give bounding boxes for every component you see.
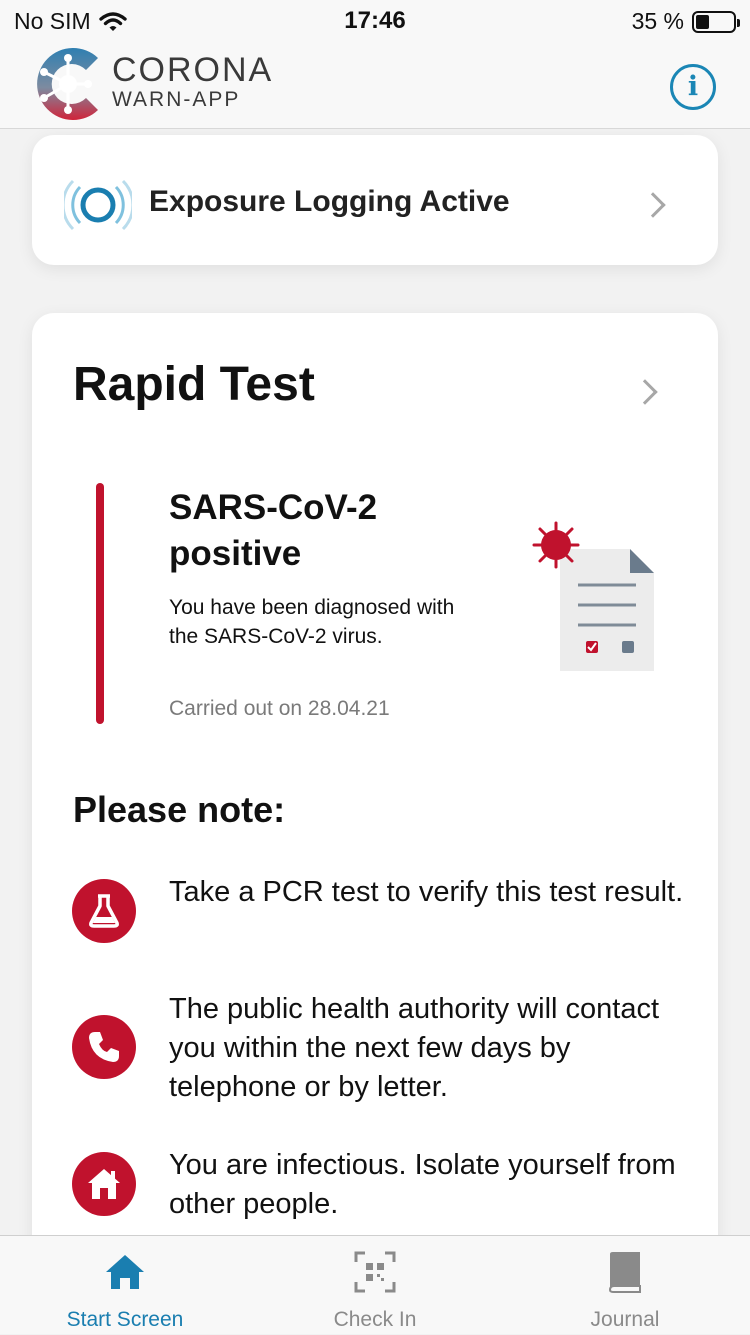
result-date: Carried out on 28.04.21 (169, 697, 390, 720)
chevron-right-icon (640, 192, 666, 218)
qr-code-icon (354, 1251, 396, 1293)
rapid-test-card[interactable]: Rapid Test SARS-CoV-2 positive You have … (32, 313, 718, 1235)
positive-test-document-icon (532, 521, 654, 671)
tab-journal[interactable]: Journal (500, 1236, 750, 1335)
flask-icon (72, 879, 136, 943)
tab-start-screen[interactable]: Start Screen (0, 1236, 250, 1335)
home-scroll-area[interactable]: Exposure Logging Active Rapid Test SARS-… (0, 129, 750, 1235)
status-right: 35 % (631, 8, 740, 35)
status-bar: No SIM 17:46 35 % (0, 0, 750, 42)
app-header: CORONA WARN-APP i (0, 42, 750, 129)
tab-label: Journal (590, 1308, 660, 1331)
tab-check-in[interactable]: Check In (250, 1236, 500, 1335)
home-icon (106, 1255, 144, 1289)
info-icon[interactable]: i (670, 64, 716, 110)
result-description: You have been diagnosed with the SARS-Co… (169, 596, 455, 648)
exposure-logging-card[interactable]: Exposure Logging Active (32, 135, 718, 265)
tab-label: Check In (333, 1308, 417, 1331)
battery-icon (692, 10, 740, 33)
home-icon (72, 1152, 136, 1216)
please-note-heading: Please note: (73, 789, 286, 830)
exposure-active-icon (64, 179, 132, 231)
logo-text: CORONA WARN-APP (112, 52, 273, 112)
book-icon (608, 1252, 641, 1293)
exposure-status-label: Exposure Logging Active (149, 185, 510, 218)
battery-percent: 35 % (631, 8, 684, 34)
result-accent-bar (96, 483, 104, 724)
battery-level (696, 14, 709, 29)
corona-warn-app-logo (37, 48, 98, 120)
note-text: Take a PCR test to verify this test resu… (169, 876, 684, 908)
test-card-title: Rapid Test (73, 358, 315, 411)
note-text: You are infectious. Isolate yourself fro… (169, 1149, 676, 1220)
tab-label: Start Screen (66, 1308, 184, 1331)
result-title: SARS-CoV-2 positive (169, 488, 378, 573)
note-text: The public health authority will contact… (169, 993, 660, 1103)
chevron-right-icon (632, 379, 658, 405)
phone-icon (72, 1015, 136, 1079)
tab-bar: Start Screen Check In Journal (0, 1235, 750, 1334)
logo-title: CORONA (112, 51, 274, 89)
logo-subtitle: WARN-APP (112, 88, 241, 111)
